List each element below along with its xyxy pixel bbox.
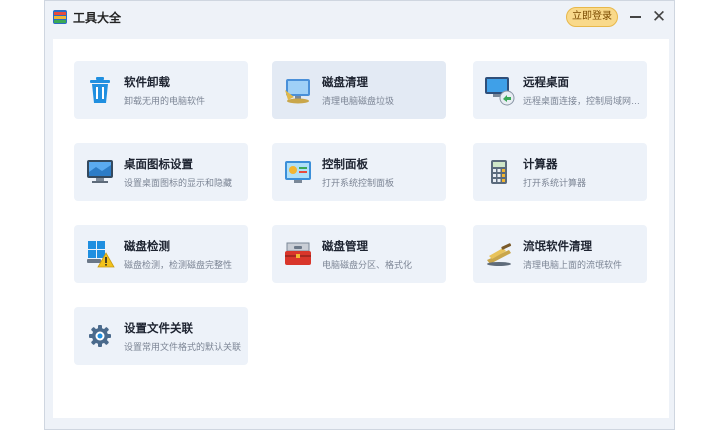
tools-window: 工具大全 立即登录 ✕ 软件卸载 卸载无用的电脑软件 磁盘清理 清理电脑磁盘垃圾… xyxy=(44,0,675,430)
tool-desc: 远程桌面连接，控制局域网… xyxy=(523,96,641,106)
tool-title: 磁盘管理 xyxy=(322,241,368,253)
tool-title: 计算器 xyxy=(523,159,558,171)
tool-tile-uninstall[interactable]: 软件卸载 卸载无用的电脑软件 xyxy=(74,61,248,119)
tool-desc: 清理电脑磁盘垃圾 xyxy=(322,96,395,106)
tool-desc: 清理电脑上面的流氓软件 xyxy=(523,260,623,270)
tool-tile-disk-clean[interactable]: 磁盘清理 清理电脑磁盘垃圾 xyxy=(272,61,446,119)
tool-desc: 卸载无用的电脑软件 xyxy=(124,96,206,106)
tool-tile-disk-check[interactable]: 磁盘检测 磁盘检测，检测磁盘完整性 xyxy=(74,225,248,283)
close-button[interactable]: ✕ xyxy=(651,7,667,27)
tool-tile-disk-manage[interactable]: 磁盘管理 电脑磁盘分区、格式化 xyxy=(272,225,446,283)
minimize-button[interactable] xyxy=(630,16,641,18)
calculator-icon xyxy=(491,160,507,184)
tool-title: 流氓软件清理 xyxy=(523,241,592,253)
tool-desc: 打开系统计算器 xyxy=(523,178,587,188)
title-bar: 工具大全 立即登录 ✕ xyxy=(45,1,674,33)
tool-desc: 设置桌面图标的显示和隐藏 xyxy=(124,178,233,188)
gear-icon xyxy=(89,325,111,347)
tool-title: 远程桌面 xyxy=(523,77,569,89)
tool-tile-calculator[interactable]: 计算器 打开系统计算器 xyxy=(473,143,647,201)
window-title: 工具大全 xyxy=(73,11,122,25)
app-logo-icon xyxy=(53,10,67,24)
tool-tile-rogue-clean[interactable]: 流氓软件清理 清理电脑上面的流氓软件 xyxy=(473,225,647,283)
tool-desc: 设置常用文件格式的默认关联 xyxy=(124,342,242,352)
disk-check-icon xyxy=(87,241,115,268)
tool-desc: 电脑磁盘分区、格式化 xyxy=(322,260,413,270)
tool-tile-desktop-icons[interactable]: 桌面图标设置 设置桌面图标的显示和隐藏 xyxy=(74,143,248,201)
tool-title: 桌面图标设置 xyxy=(124,159,193,171)
login-button[interactable]: 立即登录 xyxy=(566,7,618,27)
tool-desc: 打开系统控制面板 xyxy=(322,178,395,188)
trash-icon xyxy=(90,77,110,103)
remote-desktop-icon xyxy=(485,77,515,106)
tool-title: 软件卸载 xyxy=(124,77,170,89)
tool-tile-remote-desktop[interactable]: 远程桌面 远程桌面连接，控制局域网… xyxy=(473,61,647,119)
tool-title: 磁盘清理 xyxy=(322,77,368,89)
tools-panel: 软件卸载 卸载无用的电脑软件 磁盘清理 清理电脑磁盘垃圾 远程桌面 远程桌面连接… xyxy=(53,39,669,418)
tool-tile-control-panel[interactable]: 控制面板 打开系统控制面板 xyxy=(272,143,446,201)
tool-desc: 磁盘检测，检测磁盘完整性 xyxy=(124,260,233,270)
broom-icon xyxy=(487,243,512,266)
tool-title: 磁盘检测 xyxy=(124,241,170,253)
tool-title: 设置文件关联 xyxy=(124,323,193,335)
toolbox-icon xyxy=(285,242,311,265)
tool-tile-file-assoc[interactable]: 设置文件关联 设置常用文件格式的默认关联 xyxy=(74,307,248,365)
control-panel-icon xyxy=(285,161,311,183)
tool-title: 控制面板 xyxy=(322,159,368,171)
desktop-monitor-icon xyxy=(87,160,113,183)
disk-clean-icon xyxy=(285,79,310,104)
